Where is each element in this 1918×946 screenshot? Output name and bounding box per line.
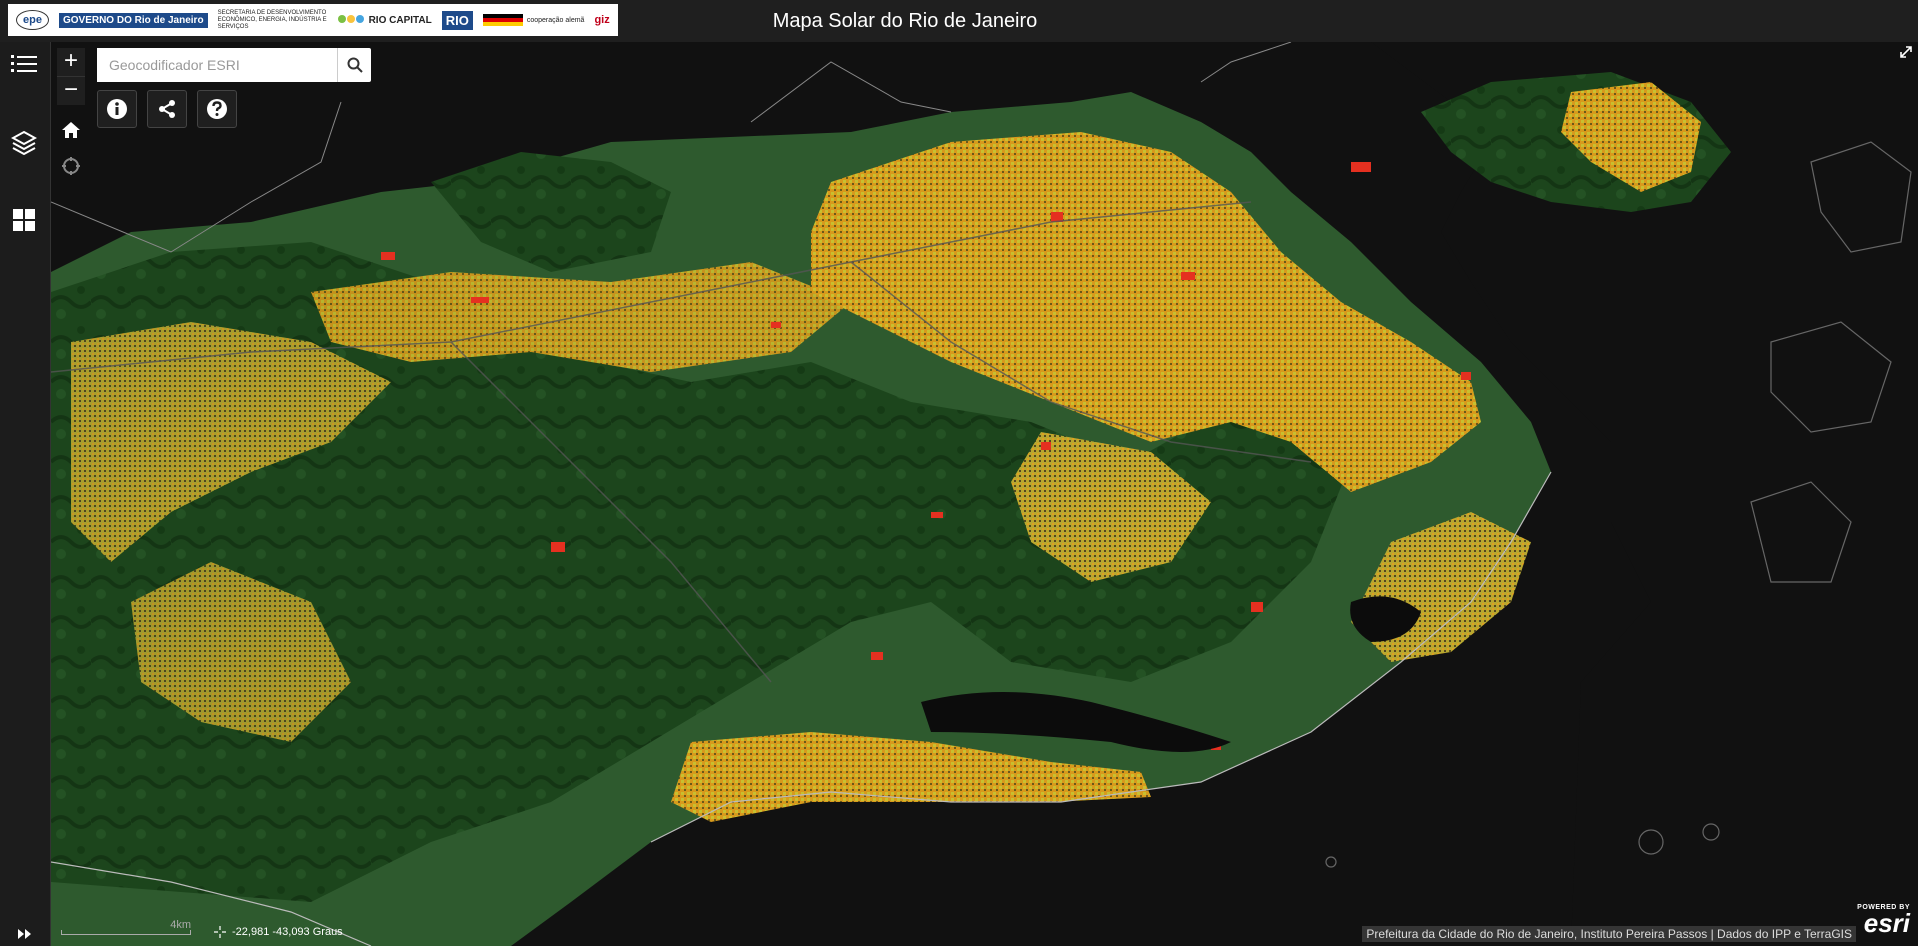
search-button[interactable]: [337, 48, 371, 82]
esri-logo: POWERED BY esri: [1857, 904, 1910, 938]
search-input[interactable]: [97, 48, 333, 82]
giz-logo: giz: [594, 14, 610, 26]
cooperacao-alema-logo: cooperação alemã: [482, 14, 584, 26]
governo-rio-logo: GOVERNO DO Rio de Janeiro: [58, 12, 208, 28]
grid-icon: [13, 209, 35, 231]
locate-icon: [62, 157, 80, 175]
expand-panel-button[interactable]: [0, 922, 50, 946]
search-icon: [347, 57, 363, 73]
coordinate-value: -22,981 -43,093 Graus: [232, 926, 343, 938]
search-box: [97, 48, 371, 82]
crosshair-icon: [214, 926, 226, 938]
about-button[interactable]: [97, 90, 137, 128]
map-canvas: [51, 42, 1918, 946]
rio-prefeitura-logo: RIO: [441, 10, 473, 30]
zoom-out-button[interactable]: −: [57, 76, 85, 105]
question-icon: [207, 99, 227, 119]
home-icon: [62, 122, 80, 138]
fullscreen-icon[interactable]: [1898, 44, 1914, 60]
app-header: epe GOVERNO DO Rio de Janeiro SECRETARIA…: [0, 0, 1918, 42]
zoom-in-button[interactable]: +: [57, 48, 85, 76]
list-icon: [11, 55, 37, 72]
info-icon: [107, 99, 127, 119]
share-button[interactable]: [147, 90, 187, 128]
secretaria-logo: SECRETARIA DE DESENVOLVIMENTO ECONÔMICO,…: [217, 9, 327, 30]
left-sidebar: [0, 42, 51, 946]
layers-icon: [11, 130, 37, 155]
page-title: Mapa Solar do Rio de Janeiro: [772, 10, 1038, 32]
esri-wordmark: esri: [1863, 908, 1910, 938]
map-attribution: Prefeitura da Cidade do Rio de Janeiro, …: [1362, 926, 1856, 942]
double-chevron-right-icon: [18, 929, 31, 939]
rio-capital-logo: RIO CAPITAL: [337, 15, 432, 26]
coordinate-readout[interactable]: -22,981 -43,093 Graus: [214, 926, 343, 938]
epe-logo: epe: [16, 10, 49, 30]
logo-banner: epe GOVERNO DO Rio de Janeiro SECRETARIA…: [8, 4, 618, 36]
map-view[interactable]: + − Geocodificador ESRI 4km -22,981 -43,…: [51, 42, 1918, 946]
legend-button[interactable]: [8, 48, 40, 80]
layers-button[interactable]: [8, 126, 40, 158]
zoom-controls: + −: [57, 48, 85, 105]
help-button[interactable]: [197, 90, 237, 128]
basemap-gallery-button[interactable]: [8, 204, 40, 236]
scale-bar: 4km: [61, 919, 191, 937]
share-icon: [159, 100, 175, 118]
locate-button[interactable]: [57, 152, 85, 180]
home-button[interactable]: [57, 116, 85, 144]
